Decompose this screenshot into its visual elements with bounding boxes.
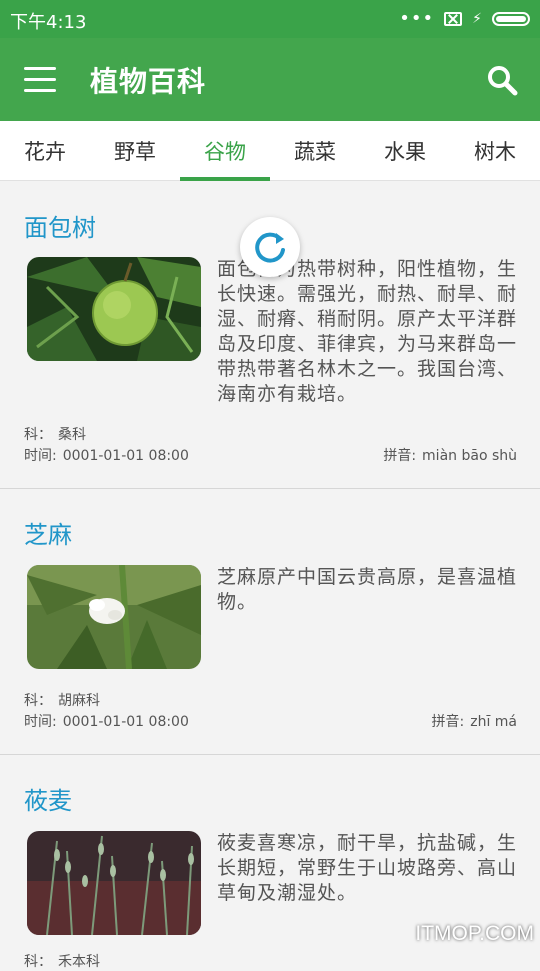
family-value: 桑科 xyxy=(58,427,86,443)
family-value: 禾本科 xyxy=(58,954,100,970)
tab-vegetables[interactable]: 蔬菜 xyxy=(270,121,360,181)
pinyin-label: 拼音: xyxy=(383,448,417,464)
pinyin-value: miàn bāo shù xyxy=(422,448,517,464)
search-icon[interactable] xyxy=(486,64,518,96)
plant-family: 科： 胡麻科 xyxy=(24,690,100,710)
plant-family: 科： 禾本科 xyxy=(24,951,100,971)
hamburger-menu-icon[interactable] xyxy=(24,67,56,92)
pinyin-label: 拼音: xyxy=(431,714,465,730)
plant-family: 科： 桑科 xyxy=(24,424,86,444)
tab-trees[interactable]: 树木 xyxy=(450,121,540,181)
time-label: 时间: xyxy=(24,448,57,464)
list-item[interactable]: 芝麻 芝麻原产中国云贵高原，是喜温植物。 科： 胡麻科 时间: 0001-01-01… xyxy=(0,489,540,755)
refresh-icon xyxy=(255,232,285,263)
time-value: 0001-01-01 08:00 xyxy=(62,448,189,464)
category-tabs: 花卉 野草 谷物 蔬菜 水果 树木 xyxy=(0,121,540,181)
family-label: 科： xyxy=(24,693,52,709)
plant-description: 面包树为热带树种，阳性植物，生长快速。需强光，耐热、耐旱、耐湿、耐瘠、稍耐阴。原… xyxy=(217,258,518,405)
refresh-indicator xyxy=(240,217,300,277)
tab-grains[interactable]: 谷物 xyxy=(180,121,270,181)
tab-fruits[interactable]: 水果 xyxy=(360,121,450,181)
tab-flowers[interactable]: 花卉 xyxy=(0,121,90,181)
app-title: 植物百科 xyxy=(90,65,207,98)
notification-dots-icon: ••• xyxy=(399,8,435,29)
active-tab-indicator xyxy=(180,177,270,181)
pinyin-value: zhī má xyxy=(470,714,517,730)
family-label: 科： xyxy=(24,427,52,443)
plant-name: 面包树 xyxy=(24,214,96,242)
family-label: 科： xyxy=(24,954,52,970)
plant-image xyxy=(27,257,201,361)
charging-icon: ⚡ xyxy=(472,11,482,27)
plant-time: 时间: 0001-01-01 08:00 xyxy=(24,711,189,731)
plant-name: 芝麻 xyxy=(24,521,72,549)
status-bar: 下午4:13 ••• ⚡ xyxy=(0,0,540,38)
app-bar: 植物百科 xyxy=(0,38,540,121)
status-icons: ••• ⚡ xyxy=(399,8,530,30)
plant-image xyxy=(27,565,201,669)
no-sim-icon xyxy=(444,12,463,26)
plant-image xyxy=(27,831,201,935)
watermark: ITMOP.COM xyxy=(415,922,534,945)
plant-time: 时间: 0001-01-01 08:00 xyxy=(24,445,189,465)
plant-pinyin: 拼音: miàn bāo shù xyxy=(383,445,517,465)
plant-pinyin: 拼音: zhī má xyxy=(432,711,518,731)
time-label: 时间: xyxy=(24,714,57,730)
status-time: 下午4:13 xyxy=(10,12,87,33)
tab-weeds[interactable]: 野草 xyxy=(90,121,180,181)
plant-description: 莜麦喜寒凉，耐干旱，抗盐碱，生长期短，常野生于山坡路旁、高山草甸及潮湿处。 xyxy=(217,832,518,904)
battery-icon xyxy=(492,12,530,26)
plant-name: 莜麦 xyxy=(24,787,72,815)
family-value: 胡麻科 xyxy=(58,693,100,709)
plant-description: 芝麻原产中国云贵高原，是喜温植物。 xyxy=(217,566,518,613)
time-value: 0001-01-01 08:00 xyxy=(62,714,189,730)
